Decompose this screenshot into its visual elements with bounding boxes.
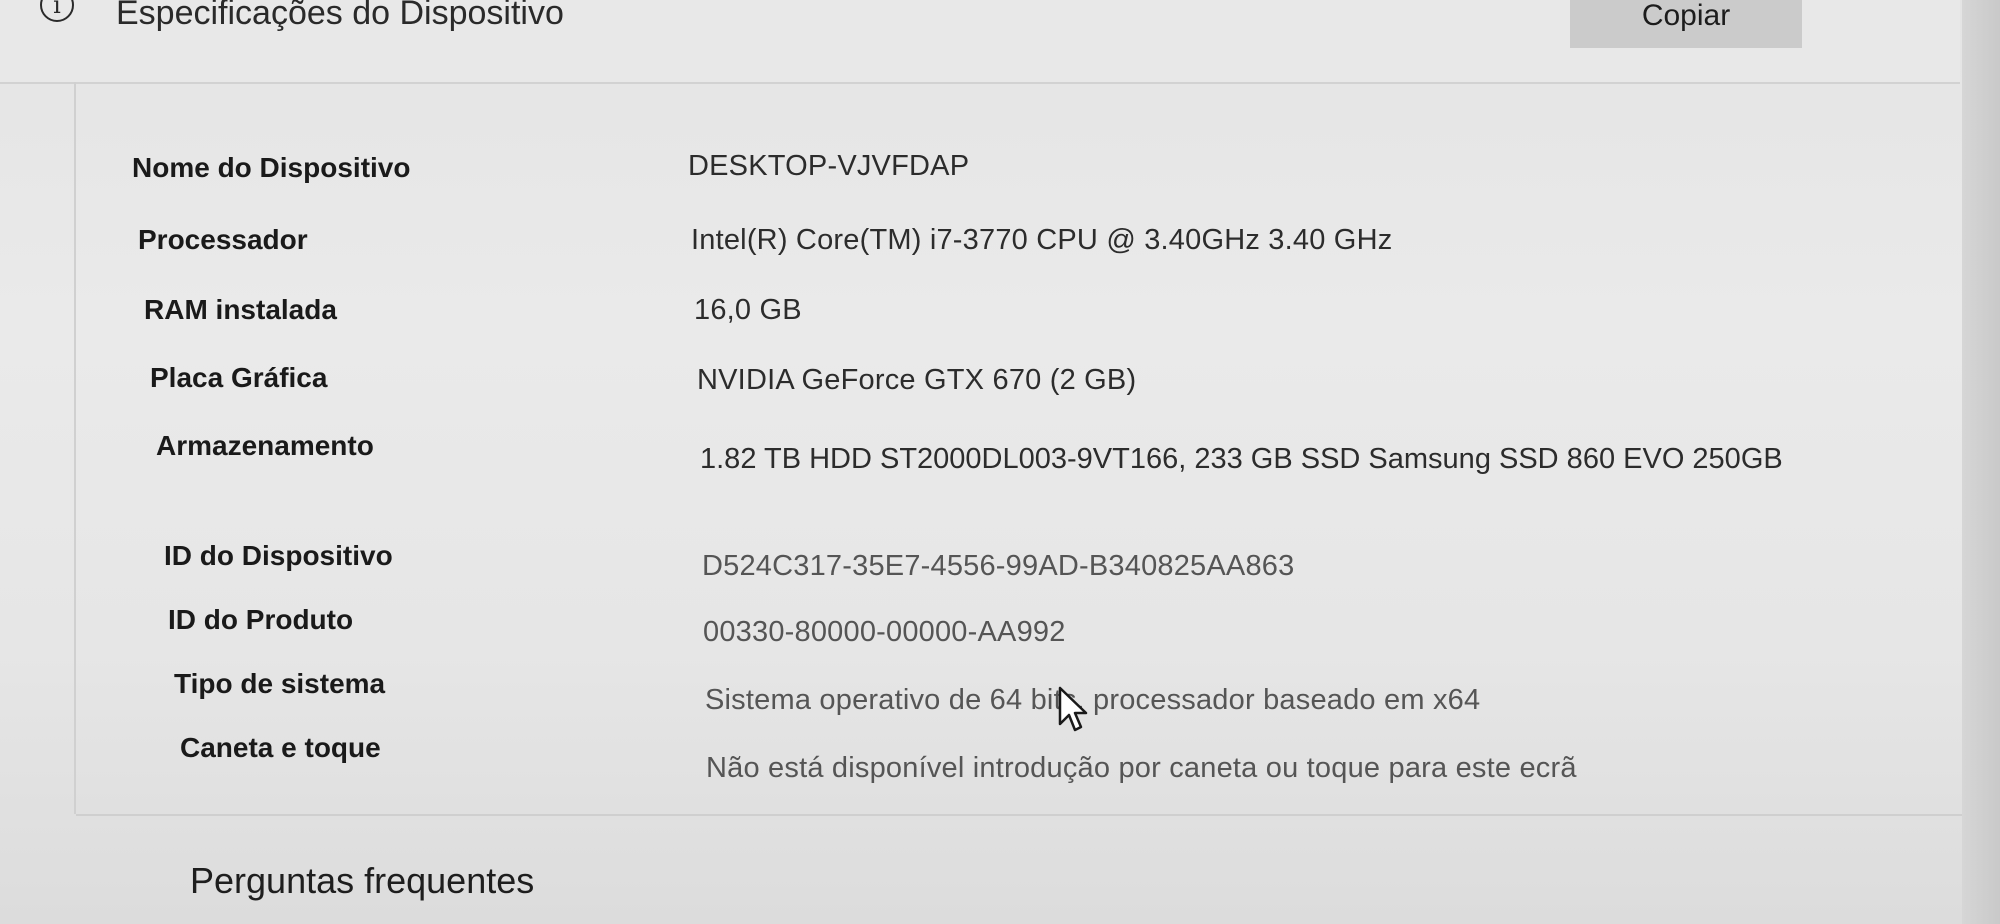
spec-value[interactable]: Intel(R) Core(TM) i7-3770 CPU @ 3.40GHz … [691, 224, 1392, 257]
copy-button[interactable]: Copiar [1570, 0, 1802, 48]
faq-link[interactable]: Perguntas frequentes [190, 860, 534, 902]
spec-label: Armazenamento [156, 430, 374, 461]
spec-label: Nome do Dispositivo [132, 152, 411, 183]
device-specs-header: i Especificações do Dispositivo Copiar [0, 0, 1960, 84]
spec-label: Processador [138, 224, 308, 255]
spec-value[interactable]: NVIDIA GeForce GTX 670 (2 GB) [697, 364, 1136, 397]
spec-value[interactable]: DESKTOP-VJVFDAP [688, 150, 969, 183]
spec-value[interactable]: Não está disponível introdução por canet… [706, 752, 1577, 785]
spec-value[interactable]: 16,0 GB [694, 294, 802, 327]
chevron-up-icon[interactable] [1856, 0, 1893, 11]
spec-label: Caneta e toque [180, 732, 381, 763]
spec-value[interactable]: D524C317-35E7-4556-99AD-B340825AA863 [702, 550, 1294, 583]
spec-label: ID do Dispositivo [164, 540, 393, 571]
mouse-pointer-icon [1058, 686, 1088, 732]
info-icon: i [40, 0, 74, 22]
spec-label: Tipo de sistema [174, 668, 386, 699]
spec-label: RAM instalada [144, 294, 337, 325]
spec-value[interactable]: 1.82 TB HDD ST2000DL003-9VT166, 233 GB S… [700, 440, 1880, 478]
window-edge [1962, 0, 2000, 924]
spec-value[interactable]: Sistema operativo de 64 bits, processado… [705, 684, 1480, 717]
spec-label: Placa Gráfica [150, 362, 328, 393]
spec-label: ID do Produto [168, 604, 354, 635]
section-title: Especificações do Dispositivo [116, 0, 564, 32]
spec-value[interactable]: 00330-80000-00000-AA992 [703, 616, 1066, 649]
divider [76, 814, 1962, 816]
